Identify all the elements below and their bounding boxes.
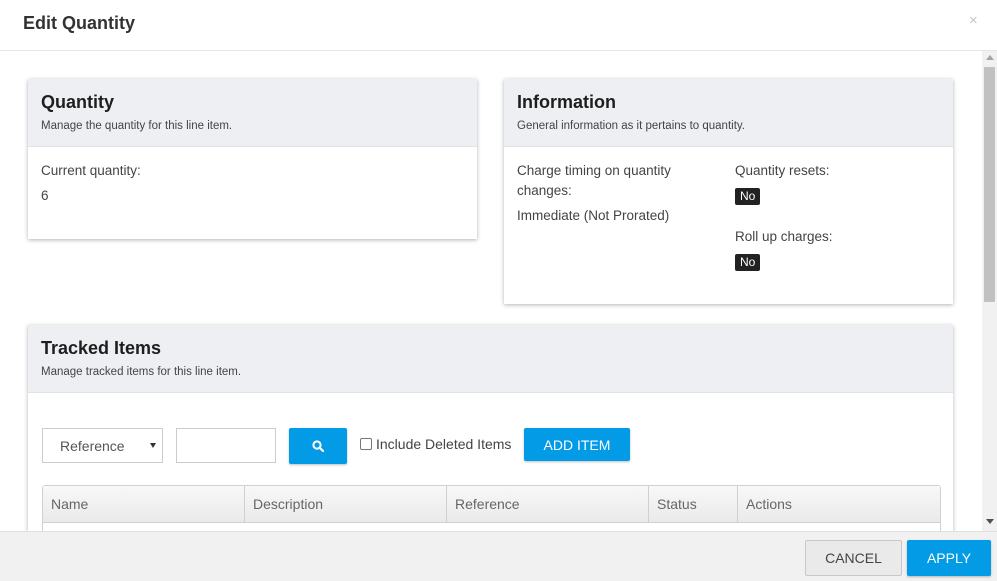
quantity-panel: Quantity Manage the quantity for this li…	[28, 79, 477, 239]
current-quantity-value: 6	[41, 188, 49, 203]
include-deleted-label[interactable]: Include Deleted Items	[376, 436, 511, 452]
information-panel: Information General information as it pe…	[504, 79, 953, 304]
filter-field-select[interactable]: Reference	[42, 428, 163, 463]
column-header-description[interactable]: Description	[245, 486, 447, 523]
column-header-reference[interactable]: Reference	[447, 486, 649, 523]
filter-field-selected: Reference	[60, 438, 125, 454]
modal-footer: CANCEL APPLY	[0, 531, 997, 581]
modal-title: Edit Quantity	[23, 13, 135, 33]
roll-up-charges-label: Roll up charges:	[735, 229, 833, 244]
column-header-name[interactable]: Name	[43, 486, 245, 523]
information-panel-title: Information	[517, 92, 616, 112]
charge-timing-value: Immediate (Not Prorated)	[517, 208, 670, 223]
scroll-up-arrow-icon[interactable]	[986, 55, 994, 60]
search-icon	[312, 440, 324, 452]
current-quantity-label: Current quantity:	[41, 163, 141, 178]
tracked-items-toolbar: Reference Include Deleted Items ADD ITEM…	[28, 393, 953, 531]
quantity-resets-badge: No	[735, 188, 761, 205]
apply-button[interactable]: APPLY	[907, 540, 991, 576]
edit-quantity-modal: Edit Quantity × Quantity Manage the quan…	[0, 0, 997, 581]
charge-timing-label: Charge timing on quantity changes:	[517, 163, 671, 198]
chevron-down-icon	[150, 443, 156, 448]
column-header-status[interactable]: Status	[649, 486, 738, 523]
information-panel-header: Information General information as it pe…	[504, 79, 953, 147]
scrollbar-thumb[interactable]	[984, 67, 995, 302]
column-header-actions: Actions	[746, 496, 792, 512]
scroll-down-arrow-icon[interactable]	[986, 519, 994, 524]
close-icon[interactable]: ×	[969, 12, 978, 29]
modal-body: Quantity Manage the quantity for this li…	[0, 51, 997, 531]
search-input[interactable]	[176, 428, 276, 463]
add-item-button[interactable]: ADD ITEM	[524, 428, 630, 461]
cancel-button[interactable]: CANCEL	[805, 540, 902, 576]
tracked-items-panel-header: Tracked Items Manage tracked items for t…	[28, 325, 953, 393]
tracked-items-panel-title: Tracked Items	[41, 338, 162, 358]
vertical-scrollbar[interactable]	[982, 51, 997, 531]
tracked-items-grid: Name Description Reference Status Action…	[42, 485, 941, 531]
tracked-items-panel: Tracked Items Manage tracked items for t…	[28, 325, 953, 531]
quantity-panel-header: Quantity Manage the quantity for this li…	[28, 79, 477, 147]
modal-header: Edit Quantity ×	[0, 0, 997, 51]
grid-header: Name Description Reference Status Action…	[43, 486, 940, 523]
roll-up-charges-badge: No	[735, 254, 761, 271]
search-button[interactable]	[289, 428, 347, 464]
quantity-panel-title: Quantity	[41, 92, 115, 112]
quantity-resets-label: Quantity resets:	[735, 163, 830, 178]
information-panel-subtitle: General information as it pertains to qu…	[517, 120, 745, 132]
include-deleted-checkbox[interactable]	[360, 438, 372, 450]
quantity-panel-subtitle: Manage the quantity for this line item.	[41, 120, 233, 132]
tracked-items-panel-subtitle: Manage tracked items for this line item.	[41, 366, 242, 378]
